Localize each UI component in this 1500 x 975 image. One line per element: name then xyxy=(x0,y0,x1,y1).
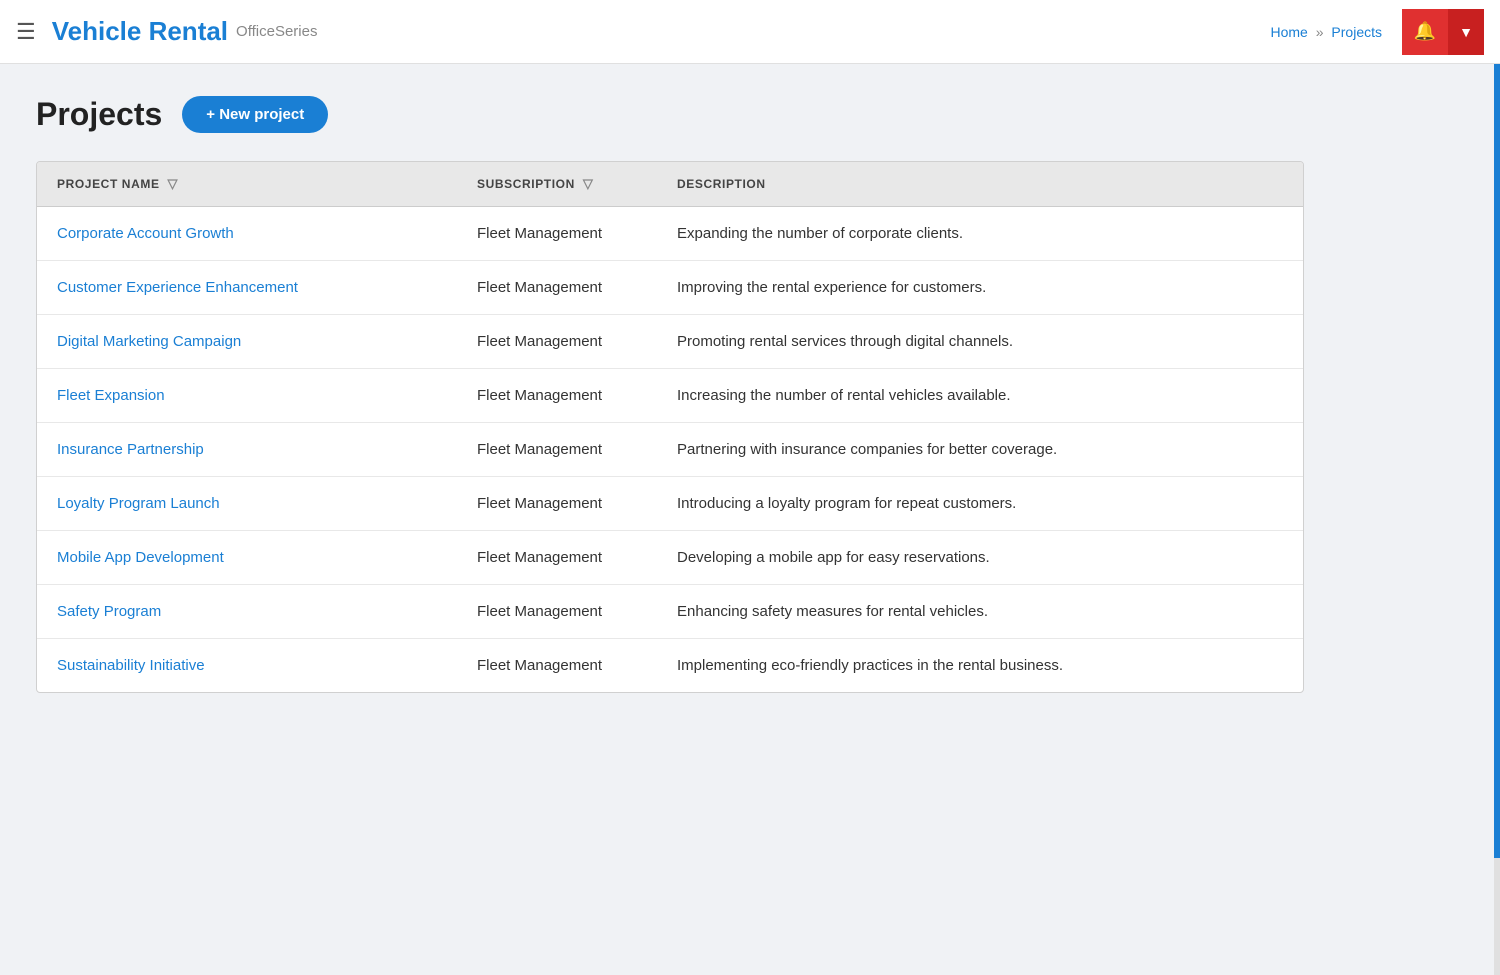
project-name-link[interactable]: Safety Program xyxy=(57,603,161,620)
header-actions: 🔔 ▼ xyxy=(1402,9,1484,55)
user-dropdown-button[interactable]: ▼ xyxy=(1448,9,1484,55)
subscription-cell: Fleet Management xyxy=(457,639,657,693)
table-row: Sustainability Initiative Fleet Managemen… xyxy=(37,639,1303,693)
project-name-cell: Loyalty Program Launch xyxy=(37,477,457,531)
app-logo: Vehicle Rental xyxy=(52,16,228,47)
project-name-link[interactable]: Corporate Account Growth xyxy=(57,225,234,242)
description-cell: Partnering with insurance companies for … xyxy=(657,423,1303,477)
new-project-button[interactable]: + New project xyxy=(182,96,328,133)
subscription-cell: Fleet Management xyxy=(457,261,657,315)
project-name-cell: Insurance Partnership xyxy=(37,423,457,477)
chevron-down-icon: ▼ xyxy=(1459,24,1473,40)
project-name-cell: Digital Marketing Campaign xyxy=(37,315,457,369)
table-header: PROJECT NAME ▽ SUBSCRIPTION ▽ DESCRIPTIO… xyxy=(37,162,1303,207)
table-row: Customer Experience Enhancement Fleet Man… xyxy=(37,261,1303,315)
project-name-cell: Customer Experience Enhancement xyxy=(37,261,457,315)
subscription-cell: Fleet Management xyxy=(457,315,657,369)
subscription-cell: Fleet Management xyxy=(457,207,657,261)
project-name-link[interactable]: Loyalty Program Launch xyxy=(57,495,220,512)
table-row: Safety Program Fleet ManagementEnhancing … xyxy=(37,585,1303,639)
project-name-cell: Fleet Expansion xyxy=(37,369,457,423)
subscription-cell: Fleet Management xyxy=(457,585,657,639)
col-header-subscription: SUBSCRIPTION ▽ xyxy=(457,162,657,207)
description-cell: Enhancing safety measures for rental veh… xyxy=(657,585,1303,639)
description-cell: Expanding the number of corporate client… xyxy=(657,207,1303,261)
subscription-cell: Fleet Management xyxy=(457,369,657,423)
table-row: Fleet Expansion Fleet ManagementIncreasin… xyxy=(37,369,1303,423)
project-name-cell: Corporate Account Growth xyxy=(37,207,457,261)
description-cell: Promoting rental services through digita… xyxy=(657,315,1303,369)
header: ☰ Vehicle Rental OfficeSeries Home » Pro… xyxy=(0,0,1500,64)
project-name-cell: Mobile App Development xyxy=(37,531,457,585)
bell-icon: 🔔 xyxy=(1414,21,1436,42)
project-name-cell: Safety Program xyxy=(37,585,457,639)
table-row: Loyalty Program Launch Fleet ManagementIn… xyxy=(37,477,1303,531)
description-cell: Introducing a loyalty program for repeat… xyxy=(657,477,1303,531)
projects-table: PROJECT NAME ▽ SUBSCRIPTION ▽ DESCRIPTIO… xyxy=(37,162,1303,692)
col-label-description: DESCRIPTION xyxy=(677,177,766,191)
breadcrumb: Home » Projects xyxy=(1270,24,1382,40)
projects-table-container: PROJECT NAME ▽ SUBSCRIPTION ▽ DESCRIPTIO… xyxy=(36,161,1304,693)
subscription-cell: Fleet Management xyxy=(457,531,657,585)
notifications-button[interactable]: 🔔 xyxy=(1402,9,1448,55)
filter-icon-name[interactable]: ▽ xyxy=(168,176,179,192)
breadcrumb-current[interactable]: Projects xyxy=(1331,24,1382,40)
table-row: Digital Marketing Campaign Fleet Manageme… xyxy=(37,315,1303,369)
table-body: Corporate Account Growth Fleet Management… xyxy=(37,207,1303,693)
project-name-link[interactable]: Insurance Partnership xyxy=(57,441,204,458)
breadcrumb-separator: » xyxy=(1316,24,1324,40)
col-header-description: DESCRIPTION xyxy=(657,162,1303,207)
scrollbar-thumb xyxy=(1494,0,1500,858)
table-row: Corporate Account Growth Fleet Management… xyxy=(37,207,1303,261)
page-title: Projects xyxy=(36,96,162,133)
description-cell: Developing a mobile app for easy reserva… xyxy=(657,531,1303,585)
filter-icon-subscription[interactable]: ▽ xyxy=(583,176,594,192)
col-label-subscription: SUBSCRIPTION xyxy=(477,177,575,191)
project-name-link[interactable]: Digital Marketing Campaign xyxy=(57,333,241,350)
col-header-name: PROJECT NAME ▽ xyxy=(37,162,457,207)
menu-icon[interactable]: ☰ xyxy=(16,21,36,43)
subscription-cell: Fleet Management xyxy=(457,423,657,477)
col-label-name: PROJECT NAME xyxy=(57,177,160,191)
app-subtitle: OfficeSeries xyxy=(236,23,317,40)
page-header: Projects + New project xyxy=(36,96,1304,133)
scrollbar[interactable] xyxy=(1494,0,1500,975)
breadcrumb-home[interactable]: Home xyxy=(1270,24,1307,40)
project-name-link[interactable]: Customer Experience Enhancement xyxy=(57,279,298,296)
main-content: Projects + New project PROJECT NAME ▽ SU… xyxy=(0,64,1340,725)
subscription-cell: Fleet Management xyxy=(457,477,657,531)
project-name-link[interactable]: Fleet Expansion xyxy=(57,387,165,404)
description-cell: Improving the rental experience for cust… xyxy=(657,261,1303,315)
project-name-cell: Sustainability Initiative xyxy=(37,639,457,693)
description-cell: Increasing the number of rental vehicles… xyxy=(657,369,1303,423)
table-row: Mobile App Development Fleet ManagementDe… xyxy=(37,531,1303,585)
description-cell: Implementing eco-friendly practices in t… xyxy=(657,639,1303,693)
table-row: Insurance Partnership Fleet ManagementPar… xyxy=(37,423,1303,477)
project-name-link[interactable]: Mobile App Development xyxy=(57,549,224,566)
project-name-link[interactable]: Sustainability Initiative xyxy=(57,657,205,674)
